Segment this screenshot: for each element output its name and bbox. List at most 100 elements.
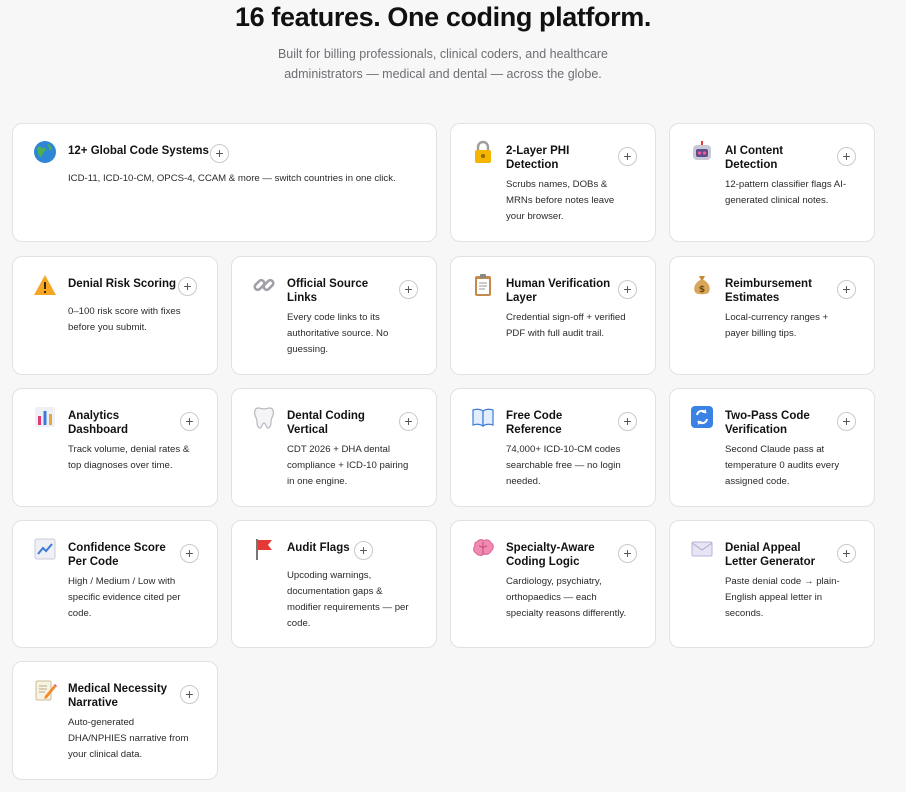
clipboard-icon — [471, 273, 495, 297]
feature-description-line: documentation gaps & — [287, 586, 383, 597]
feature-description-line: specific evidence cited per — [68, 592, 181, 603]
feature-title-line: Layer — [506, 292, 537, 304]
envelope-icon — [690, 537, 714, 561]
feature-card[interactable]: 2-Layer PHI Detection Scrubs names, DOBs &… — [450, 123, 656, 242]
expand-button[interactable] — [180, 544, 199, 563]
feature-card[interactable]: 12+ Global Code Systems ICD-11, ICD-10-CM… — [12, 123, 437, 242]
feature-description-line: assigned code. — [725, 476, 790, 487]
warning-icon — [33, 273, 57, 297]
page-subtitle: Built for billing professionals, clinica… — [0, 44, 886, 84]
expand-button[interactable] — [180, 412, 199, 431]
feature-title-line: Vertical — [287, 424, 328, 436]
feature-title: Denial Appeal Letter Generator — [725, 541, 815, 569]
feature-description-line: 74,000+ ICD-10-CM codes — [506, 444, 621, 455]
feature-card[interactable]: Medical Necessity Narrative Auto-generated… — [12, 661, 218, 780]
feature-title-line: AI Content — [725, 145, 784, 157]
expand-button[interactable] — [399, 280, 418, 299]
feature-description-line: English appeal letter in — [725, 592, 823, 603]
feature-description: 0–100 risk score with fixes before you su… — [68, 304, 181, 336]
feature-title: 12+ Global Code Systems — [68, 144, 209, 158]
feature-title-line: Links — [287, 292, 318, 304]
feature-title-line: Denial Appeal — [725, 542, 801, 554]
feature-card[interactable]: Human Verification Layer Credential sign-o… — [450, 256, 656, 375]
expand-button[interactable] — [618, 147, 637, 166]
feature-title-line: Confidence Score — [68, 542, 166, 554]
feature-card[interactable]: Analytics Dashboard Track volume, denial r… — [12, 388, 218, 507]
feature-description-line: code. — [68, 608, 92, 619]
expand-button[interactable] — [837, 544, 856, 563]
feature-title-line: Dental Coding — [287, 410, 365, 422]
feature-description-line: Local-currency ranges + — [725, 312, 829, 323]
feature-card[interactable]: Denial Appeal Letter Generator Paste denia… — [669, 520, 875, 648]
feature-description-line: Second Claude pass at — [725, 444, 825, 455]
feature-description: Local-currency ranges + payer billing tip… — [725, 310, 828, 342]
feature-description-line: compliance + ICD-10 pairing — [287, 460, 409, 471]
feature-description-line: Paste denial code → plain- — [725, 576, 840, 587]
feature-title-line: Medical Necessity — [68, 683, 168, 695]
feature-description-line: searchable free — no login — [506, 460, 621, 471]
feature-description: ICD-11, ICD-10-CM, OPCS-4, CCAM & more —… — [68, 171, 396, 187]
expand-button[interactable] — [178, 277, 197, 296]
feature-title-line: Official Source — [287, 278, 369, 290]
feature-title-line: 2-Layer PHI — [506, 145, 570, 157]
feature-title: Medical Necessity Narrative — [68, 682, 167, 710]
feature-description-line: code. — [287, 618, 311, 629]
feature-description-line: Auto-generated — [68, 717, 135, 728]
feature-card[interactable]: Specialty-Aware Coding Logic Cardiology, p… — [450, 520, 656, 648]
expand-button[interactable] — [399, 412, 418, 431]
feature-title-line: Narrative — [68, 697, 118, 709]
expand-button[interactable] — [210, 144, 229, 163]
feature-title-line: Reimbursement — [725, 278, 812, 290]
feature-description-line: generated clinical notes. — [725, 195, 829, 206]
repeat-icon — [690, 405, 714, 429]
feature-description-line: authoritative source. No — [287, 328, 389, 339]
brain-icon — [471, 537, 495, 561]
feature-title: Audit Flags — [287, 541, 350, 555]
feature-description: Every code links to its authoritative sou… — [287, 310, 388, 358]
expand-button[interactable] — [837, 147, 856, 166]
red-flag-icon — [252, 537, 276, 561]
expand-button[interactable] — [837, 280, 856, 299]
feature-card[interactable]: Dental Coding Vertical CDT 2026 + DHA dent… — [231, 388, 437, 507]
feature-description-line: orthopaedics — each — [506, 592, 597, 603]
feature-title-line: Detection — [725, 159, 778, 171]
expand-button[interactable] — [618, 412, 637, 431]
feature-description: Auto-generated DHA/NPHIES narrative from y… — [68, 715, 188, 763]
subtitle-line: Built for billing professionals, clinica… — [277, 47, 609, 61]
feature-description: Scrubs names, DOBs & MRNs before notes le… — [506, 177, 614, 225]
feature-card[interactable]: Audit Flags Upcoding warnings, documentati… — [231, 520, 437, 648]
feature-card[interactable]: AI Content Detection 12-pattern classifier… — [669, 123, 875, 242]
feature-title: Dental Coding Vertical — [287, 409, 365, 437]
feature-title-line: Dashboard — [68, 424, 129, 436]
feature-description-line: payer billing tips. — [725, 328, 797, 339]
feature-description-line: MRNs before notes leave — [506, 195, 615, 206]
feature-description: Paste denial code → plain- English appeal… — [725, 574, 840, 622]
feature-title-line: Human Verification — [506, 278, 611, 290]
expand-button[interactable] — [618, 544, 637, 563]
feature-description: Second Claude pass at temperature 0 audit… — [725, 442, 839, 490]
feature-title-line: Free Code — [506, 410, 563, 422]
feature-description-line: PDF with full audit trail. — [506, 328, 605, 339]
feature-description: Upcoding warnings, documentation gaps & mo… — [287, 568, 409, 632]
feature-card[interactable]: Denial Risk Scoring 0–100 risk score with… — [12, 256, 218, 375]
feature-description-line: Scrubs names, DOBs & — [506, 179, 608, 190]
feature-card[interactable]: Two-Pass Code Verification Second Claude p… — [669, 388, 875, 507]
feature-description: High / Medium / Low with specific evidenc… — [68, 574, 181, 622]
expand-button[interactable] — [354, 541, 373, 560]
feature-card[interactable]: Free Code Reference 74,000+ ICD-10-CM code… — [450, 388, 656, 507]
feature-title-line: Specialty-Aware — [506, 542, 595, 554]
feature-title: Analytics Dashboard — [68, 409, 128, 437]
lock-icon — [471, 140, 495, 164]
feature-description-line: ICD-11, ICD-10-CM, OPCS-4, CCAM & more —… — [68, 173, 396, 184]
feature-description-line: Cardiology, psychiatry, — [506, 576, 602, 587]
page-title: 16 features. One coding platform. — [235, 2, 651, 32]
feature-description-line: Every code links to its — [287, 312, 380, 323]
expand-button[interactable] — [180, 685, 199, 704]
expand-button[interactable] — [618, 280, 637, 299]
feature-card[interactable]: Confidence Score Per Code High / Medium / … — [12, 520, 218, 648]
feature-title: Free Code Reference — [506, 409, 562, 437]
expand-button[interactable] — [837, 412, 856, 431]
feature-title-line: Analytics — [68, 410, 120, 422]
feature-card[interactable]: $ Reimbursement Estimates Local-currency ra… — [669, 256, 875, 375]
feature-card[interactable]: Official Source Links Every code links to … — [231, 256, 437, 375]
